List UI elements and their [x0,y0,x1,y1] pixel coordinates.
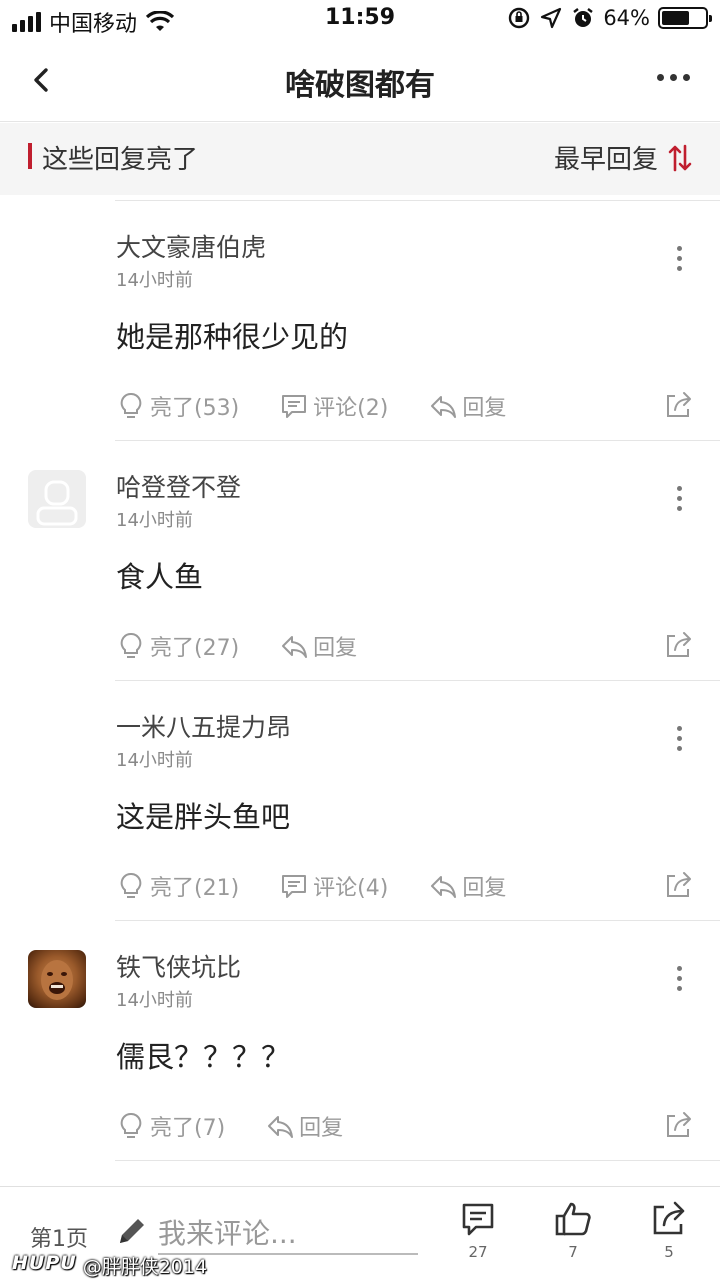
reply-label: 回复 [462,396,507,421]
likes-count: 7 [568,1243,578,1261]
comment-username[interactable]: 铁飞侠坑比 [116,948,241,984]
reply-arrow-icon [431,876,457,898]
comment-item: 大文豪唐伯虎 14小时前 她是那种很少见的 亮了(53) 评论(2) 回复 [0,200,720,440]
comment-button[interactable]: 评论(4) [279,870,388,902]
page-title: 啥破图都有 [285,68,435,103]
comment-button[interactable]: 评论(2) [279,390,388,422]
sort-label: 最早回复 [553,145,658,175]
like-label: 亮了(7) [150,1116,226,1141]
speech-bubble-icon [282,875,307,898]
like-button[interactable]: 亮了(21) [116,870,239,902]
lightbulb-icon [120,872,142,898]
comment-time: 14小时前 [116,270,193,291]
rotation-lock-icon [509,7,530,29]
watermark-logo: HUPU [12,1252,77,1274]
alarm-icon [573,8,594,27]
comment-more-icon[interactable] [677,246,682,271]
navigation-bar: 啥破图都有 [0,40,720,122]
comment-text: 这是胖头鱼吧 [116,800,291,834]
more-options-icon[interactable] [657,74,690,81]
comment-label: 评论(2) [313,396,389,421]
speech-bubble-icon [282,395,307,418]
section-accent-bar [28,143,32,169]
reply-arrow-icon [268,1116,294,1138]
sort-button[interactable]: 最早回复 [554,139,692,176]
sort-icon [668,144,692,171]
comment-username[interactable]: 一米八五提力昂 [116,708,291,744]
comment-more-icon[interactable] [677,486,682,511]
divider [115,680,720,681]
location-icon [541,7,562,29]
share-icon[interactable] [664,870,694,900]
comment-item: 铁飞侠坑比 14小时前 儒艮？？？？ 亮了(7) 回复 [0,920,720,1161]
divider [115,200,720,201]
like-label: 亮了(53) [150,396,240,421]
reply-button[interactable]: 回复 [279,630,357,662]
share-icon[interactable] [664,390,694,420]
divider [115,920,720,921]
reply-arrow-icon [431,396,457,418]
comment-time: 14小时前 [116,990,193,1011]
default-avatar-icon [36,480,78,526]
reply-arrow-icon [282,636,308,658]
divider [115,1160,720,1161]
like-label: 亮了(27) [150,636,240,661]
comment-username[interactable]: 大文豪唐伯虎 [116,228,266,264]
comment-input[interactable] [158,1213,418,1255]
like-button[interactable]: 亮了(27) [116,630,239,662]
share-icon[interactable] [664,630,694,660]
comments-count: 27 [468,1243,488,1261]
share-icon[interactable] [664,1110,694,1140]
status-right: 64% [507,6,712,30]
reply-button[interactable]: 回复 [428,870,506,902]
share-icon [653,1201,685,1235]
speech-bubble-icon [462,1203,494,1236]
share-button[interactable]: 5 [639,1199,699,1261]
avatar[interactable] [28,950,86,1008]
like-label: 亮了(21) [150,876,240,901]
comment-actions: 亮了(21) 评论(4) 回复 [116,870,506,902]
divider [115,440,720,441]
comment-more-icon[interactable] [677,966,682,991]
avatar[interactable] [28,470,86,528]
reply-button[interactable]: 回复 [428,390,506,422]
watermark-handle: @胖胖侠2014 [82,1256,208,1278]
comment-label: 评论(4) [313,876,389,901]
thumbs-up-icon [555,1202,591,1236]
comment-actions: 亮了(7) 回复 [116,1110,343,1142]
comment-time: 14小时前 [116,750,193,771]
avatar-photo [41,960,73,1000]
comment-item: 一米八五提力昂 14小时前 这是胖头鱼吧 亮了(21) 评论(4) 回复 [0,680,720,920]
share-count: 5 [664,1243,674,1261]
comments-count-button[interactable]: 27 [448,1199,508,1261]
lightbulb-icon [120,392,142,418]
reply-button[interactable]: 回复 [265,1110,343,1142]
lightbulb-icon [120,1112,142,1138]
comment-item: 哈登登不登 14小时前 食人鱼 亮了(27) 回复 [0,440,720,680]
page-number-button[interactable]: 第1页 [30,1221,88,1253]
battery-fill [662,11,689,25]
battery-percent: 64% [603,6,650,30]
like-button[interactable]: 亮了(53) [116,390,239,422]
lightbulb-icon [120,632,142,658]
highlighted-replies-header: 这些回复亮了 最早回复 [0,123,720,195]
comment-text: 食人鱼 [116,560,204,594]
comment-time: 14小时前 [116,510,193,531]
comment-actions: 亮了(53) 评论(2) 回复 [116,390,506,422]
comment-text: 她是那种很少见的 [116,320,349,354]
reply-label: 回复 [462,876,507,901]
section-title: 这些回复亮了 [42,145,199,175]
like-button[interactable]: 亮了(7) [116,1110,225,1142]
thumbs-up-button[interactable]: 7 [543,1199,603,1261]
comment-more-icon[interactable] [677,726,682,751]
comment-actions: 亮了(27) 回复 [116,630,357,662]
reply-label: 回复 [299,1116,344,1141]
battery-icon [658,7,712,29]
watermark: HUPU @胖胖侠2014 [12,1252,207,1279]
pencil-icon [120,1219,144,1243]
comment-username[interactable]: 哈登登不登 [116,468,241,504]
comment-text: 儒艮？？？？ [116,1040,291,1074]
reply-label: 回复 [313,636,358,661]
status-bar: 中国移动 11:59 64% [0,0,720,40]
